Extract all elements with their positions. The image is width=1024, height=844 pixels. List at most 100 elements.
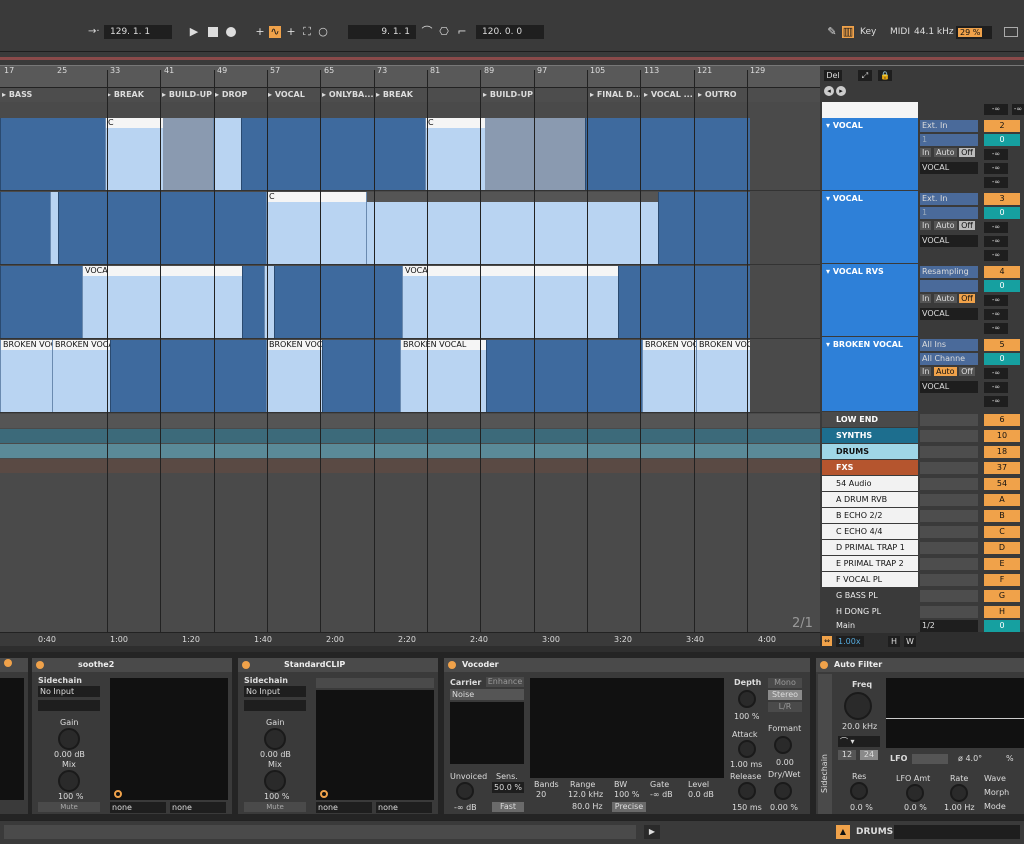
macro-select[interactable]: none [376, 802, 432, 813]
gain-knob[interactable] [264, 728, 286, 750]
main-track[interactable]: Main [822, 618, 918, 633]
audio-clip[interactable] [485, 118, 585, 190]
main-output-select[interactable]: 1/2 [920, 620, 978, 632]
record-icon[interactable] [226, 27, 236, 37]
audio-clip[interactable] [658, 192, 750, 264]
track-name[interactable]: VOCAL RVS [833, 267, 884, 276]
add-icon[interactable]: + [254, 26, 266, 38]
device-title[interactable]: soothe2 [78, 660, 114, 669]
volume-display[interactable]: -∞ [984, 295, 1008, 306]
return-track-g[interactable]: G BASS PL [822, 588, 918, 603]
monitor-in[interactable]: In [920, 148, 932, 157]
track-activator[interactable]: 18 [984, 446, 1020, 458]
track-lane-vocal-rvs[interactable]: VOCA VOCA [0, 266, 820, 339]
group-track-fxs[interactable]: FXS [822, 460, 918, 475]
mixer-toggle-icon[interactable]: ⇔ [822, 636, 832, 646]
sidechain-input-select[interactable]: No Input [244, 686, 306, 697]
fullscreen-icon[interactable]: ⛶ [301, 26, 313, 38]
locator[interactable]: ▸ BUILD-UP [162, 90, 212, 99]
mix-knob[interactable] [58, 770, 80, 792]
gain-knob[interactable] [58, 728, 80, 750]
macro-select[interactable]: none [316, 802, 372, 813]
midi-map-label[interactable]: MIDI [890, 27, 910, 37]
mute-button[interactable]: Mute [38, 802, 100, 812]
track-activator[interactable]: G [984, 590, 1020, 602]
w-button[interactable]: W [904, 636, 916, 647]
locator[interactable]: ▸ OUTRO [698, 90, 737, 99]
input-channel-select[interactable] [920, 280, 978, 292]
locator[interactable]: ▸ FINAL D... [590, 90, 642, 99]
audio-clip[interactable] [58, 192, 266, 264]
depth-knob[interactable] [738, 690, 756, 708]
mono-button[interactable]: Mono [768, 678, 802, 688]
sens-value[interactable]: 50.0 % [492, 782, 524, 793]
track-name[interactable]: VOCAL [833, 121, 863, 130]
sidechain-tab[interactable]: Sidechain [818, 674, 832, 814]
volume-display[interactable]: -∞ [984, 250, 1008, 261]
input-channel-select[interactable]: 1 [920, 134, 978, 146]
level-value[interactable]: 0.0 dB [688, 790, 714, 799]
audio-clip[interactable] [264, 266, 274, 338]
send-value[interactable]: 0 [984, 207, 1020, 219]
track-activator[interactable]: 2 [984, 120, 1020, 132]
plugin-display[interactable] [110, 678, 228, 800]
bar-ruler[interactable]: 17 25 33 41 49 57 65 73 81 89 97 105 113… [0, 66, 820, 88]
fold-icon[interactable]: ▾ [826, 121, 833, 130]
monitor-auto[interactable]: Auto [933, 148, 957, 157]
monitor-auto[interactable]: Auto [933, 294, 957, 303]
lfo-phase[interactable]: ø 4.0° [958, 754, 982, 763]
audio-clip[interactable]: VOCA [402, 266, 618, 338]
key-map-label[interactable]: Key [860, 27, 876, 37]
punch-out-icon[interactable]: ⌐ [456, 26, 468, 38]
return-track-b[interactable]: B ECHO 2/2 [822, 508, 918, 523]
track-output[interactable] [920, 526, 978, 538]
locator[interactable]: ▸ BASS [2, 90, 32, 99]
track-54-audio[interactable]: 54 Audio [822, 476, 918, 491]
monitor-auto[interactable]: Auto [933, 221, 957, 230]
bands-value[interactable]: 20 [536, 790, 546, 799]
precise-button[interactable]: Precise [612, 802, 646, 812]
overview-strip[interactable] [0, 52, 1024, 66]
lfo-sync-toggle[interactable] [912, 754, 948, 764]
device-power-icon[interactable] [448, 661, 456, 669]
input-type-select[interactable]: All Ins [920, 339, 978, 351]
filter-type-select[interactable]: ⌒ ▾ [838, 736, 880, 747]
locator[interactable]: ▸ BUILD-UP [483, 90, 533, 99]
main-activator[interactable]: 0 [984, 620, 1020, 632]
return-track-f[interactable]: F VOCAL PL [822, 572, 918, 587]
group-output[interactable] [920, 430, 978, 442]
device-power-icon[interactable] [242, 661, 250, 669]
formant-knob[interactable] [774, 736, 792, 754]
audio-clip[interactable] [0, 118, 105, 190]
output-select[interactable]: VOCAL [920, 235, 978, 247]
draw-mode-icon[interactable]: ✎ [826, 26, 838, 38]
volume-display[interactable]: -∞ [984, 104, 1008, 115]
track-activator[interactable]: H [984, 606, 1020, 618]
track-activator[interactable]: 3 [984, 193, 1020, 205]
audio-clip[interactable] [163, 118, 213, 190]
midi-clip[interactable]: BROKEN VOCAL [52, 340, 110, 412]
device-title[interactable]: Vocoder [462, 660, 499, 669]
volume-display[interactable]: -∞ [984, 323, 1008, 334]
device-title[interactable]: Auto Filter [834, 660, 882, 669]
input-channel-select[interactable]: 1 [920, 207, 978, 219]
locator[interactable]: ▸ ONLYBA... [322, 90, 374, 99]
monitor-off[interactable]: Off [959, 367, 975, 376]
arrangement-view[interactable]: C C C VOCA VOCA BROKEN VOCAL BROKEN VOCA… [0, 102, 820, 632]
group-output[interactable] [920, 446, 978, 458]
stereo-button[interactable]: Stereo [768, 690, 802, 700]
filter-display[interactable] [886, 678, 1024, 748]
input-type-select[interactable]: Ext. In [920, 193, 978, 205]
midi-clip[interactable] [322, 340, 400, 412]
audio-clip[interactable] [618, 266, 750, 338]
track-activator[interactable]: 4 [984, 266, 1020, 278]
macro-select[interactable]: none [110, 802, 166, 813]
keyboard-icon[interactable]: ▥ [842, 26, 854, 38]
device-overview[interactable] [894, 825, 1020, 839]
device-power-icon[interactable] [36, 661, 44, 669]
track-activator[interactable]: 10 [984, 430, 1020, 442]
res-knob[interactable] [850, 782, 868, 800]
fast-button[interactable]: Fast [492, 802, 524, 812]
track-output[interactable] [920, 590, 978, 602]
return-track-c[interactable]: C ECHO 4/4 [822, 524, 918, 539]
